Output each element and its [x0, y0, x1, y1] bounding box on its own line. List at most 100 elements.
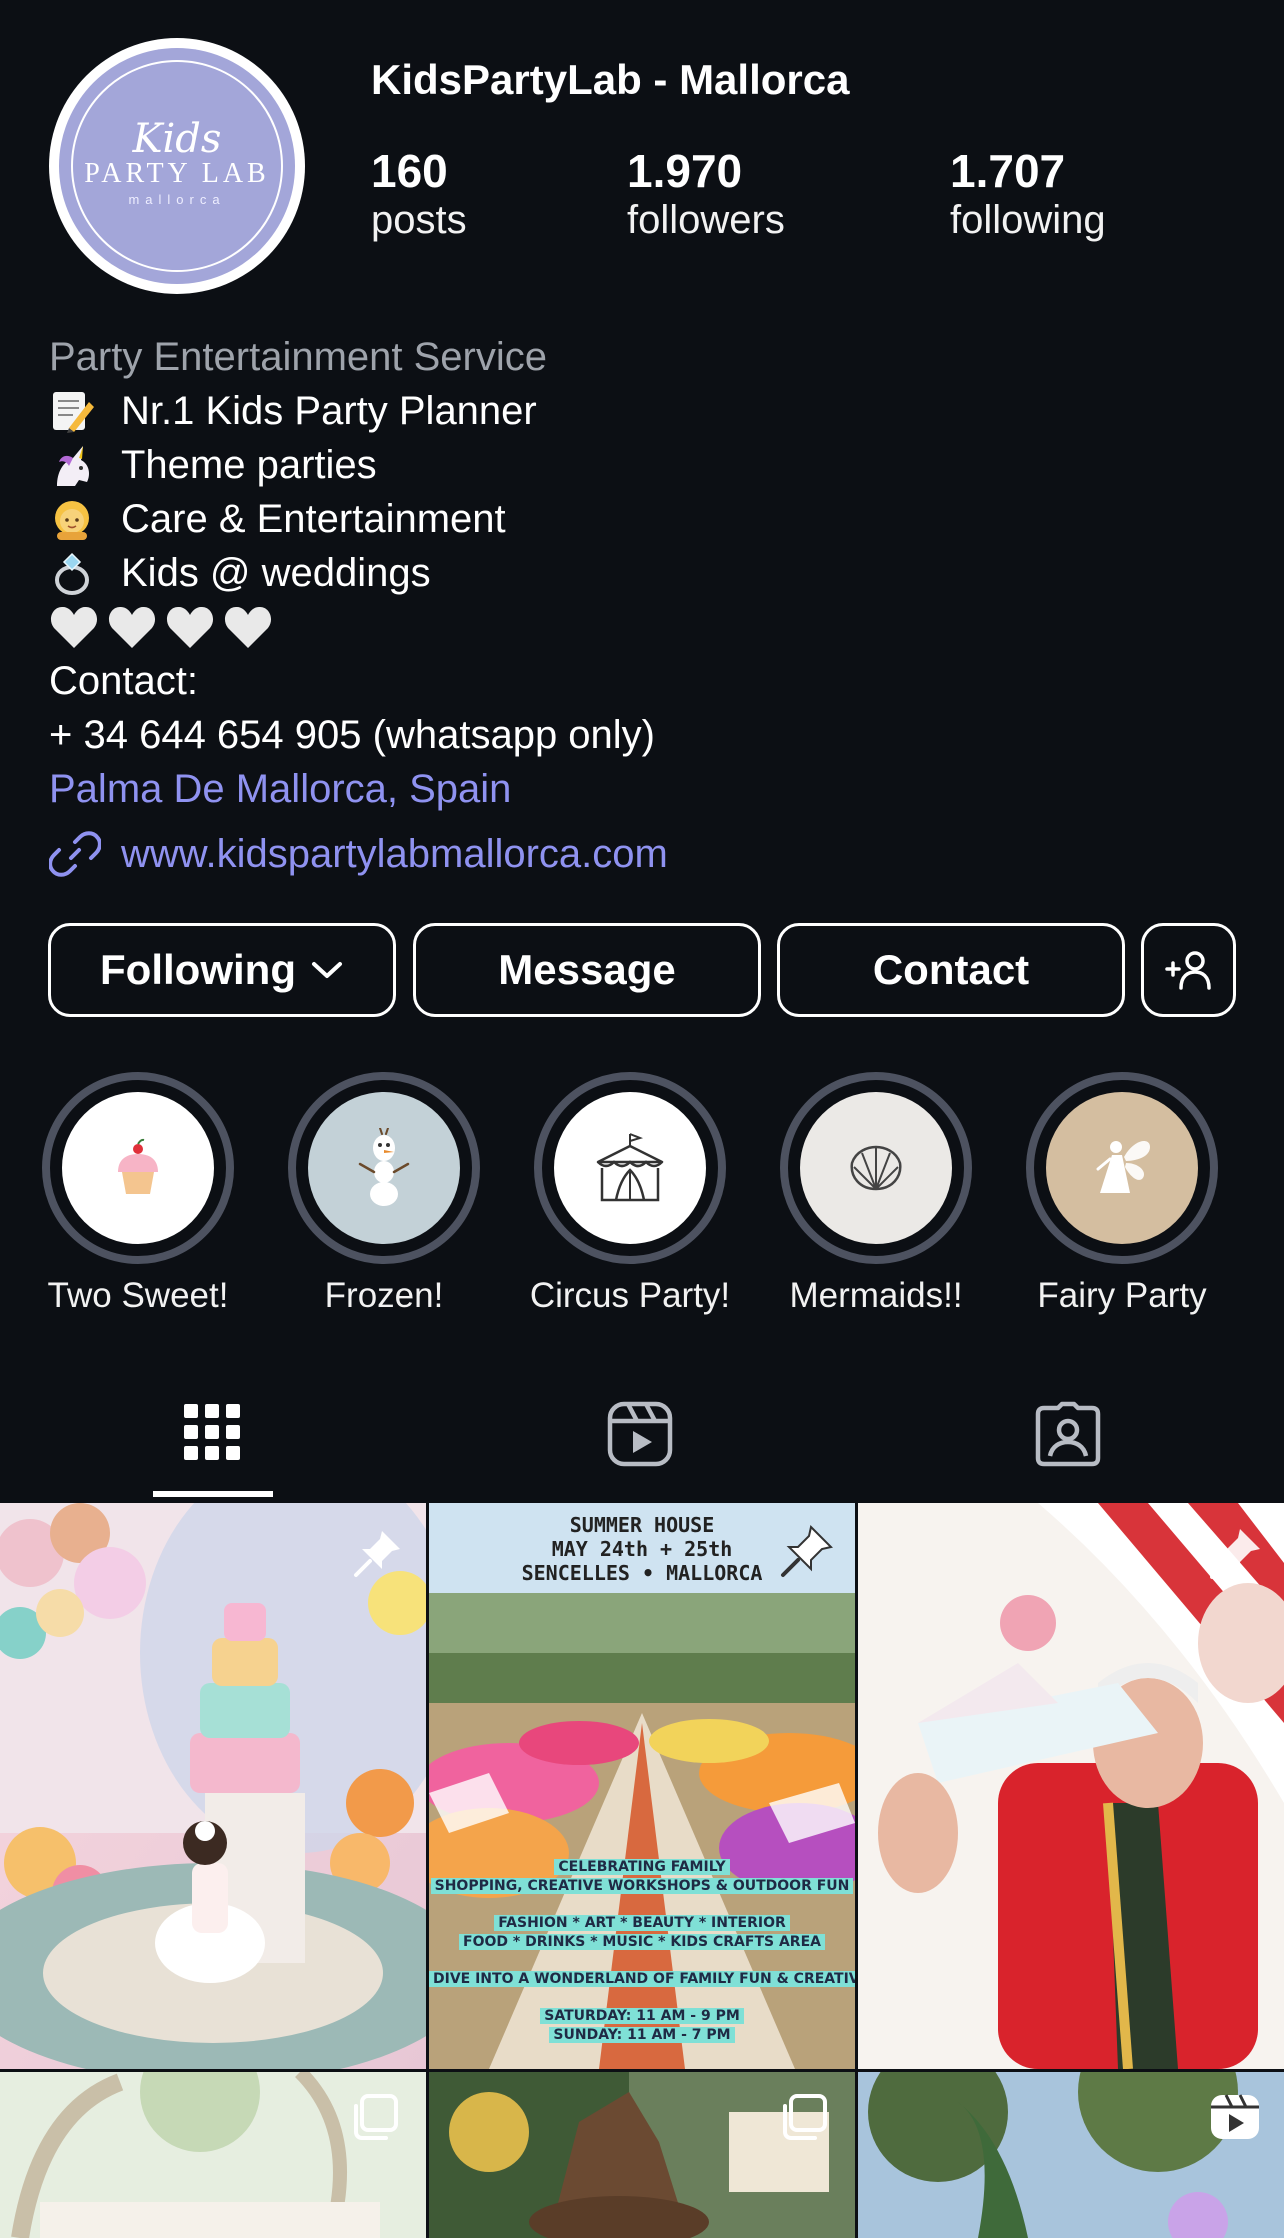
highlight-cover [554, 1092, 706, 1244]
website-link-text: www.kidspartylabmallorca.com [121, 831, 668, 876]
carousel-icon [354, 2094, 398, 2140]
following-button-label: Following [100, 946, 296, 993]
highlight-ring [288, 1072, 480, 1264]
ring-emoji-icon [55, 552, 89, 595]
poster-band: SUNDAY: 11 AM - 7 PM [549, 2027, 735, 2043]
highlight-label: Two Sweet! [47, 1276, 229, 1315]
stat-followers-value: 1.970 [627, 145, 743, 197]
message-button-label: Message [498, 946, 676, 993]
memo-emoji-icon [53, 392, 94, 433]
pin-icon [781, 1525, 833, 1577]
unicorn-emoji-icon [57, 446, 89, 486]
cupcake-icon [118, 1138, 158, 1194]
profile-category: Party Entertainment Service [49, 335, 547, 379]
highlight-mermaids[interactable]: Mermaids!! [780, 1072, 972, 1315]
post-tile[interactable] [858, 1503, 1284, 2069]
post-tile[interactable] [0, 1503, 426, 2069]
poster-band: FOOD * DRINKS * MUSIC * KIDS CRAFTS AREA [459, 1934, 825, 1950]
snowman-icon [358, 1128, 410, 1206]
tab-posts-grid[interactable] [180, 1400, 244, 1472]
carousel-icon [783, 2094, 827, 2140]
highlight-label: Frozen! [324, 1276, 444, 1315]
white-heart-icon [224, 606, 272, 648]
pin-icon [1210, 1529, 1260, 1579]
stat-following[interactable]: 1.707 following [950, 146, 1106, 243]
bio-phone: + 34 644 654 905 (whatsapp only) [49, 713, 655, 757]
profile-avatar[interactable]: Kids PARTY LAB mallorca [49, 38, 305, 294]
stat-posts-label: posts [371, 197, 467, 242]
circus-tent-icon [596, 1133, 664, 1202]
highlight-ring [42, 1072, 234, 1264]
highlight-frozen[interactable]: Frozen! [288, 1072, 480, 1315]
white-heart-icon [108, 606, 156, 648]
highlight-cover [800, 1092, 952, 1244]
post-tile[interactable] [0, 2072, 426, 2238]
bio-hearts [49, 600, 1239, 654]
following-button[interactable]: Following [48, 923, 396, 1017]
post-tile[interactable] [429, 2072, 855, 2238]
highlight-circus-party[interactable]: Circus Party! [530, 1072, 730, 1315]
contact-button-label: Contact [872, 946, 1030, 993]
poster-band: CELEBRATING FAMILY [554, 1859, 730, 1875]
add-person-icon [1164, 951, 1211, 990]
stat-followers-label: followers [627, 197, 785, 242]
poster-band: FASHION * ART * BEAUTY * INTERIOR [494, 1915, 790, 1931]
suggested-people-button[interactable] [1141, 923, 1236, 1017]
pin-icon [354, 1531, 400, 1577]
grid-icon [184, 1404, 240, 1460]
post-image-circus-performer [858, 1503, 1284, 2069]
message-button[interactable]: Message [413, 923, 761, 1017]
active-tab-indicator [153, 1491, 273, 1497]
bio-line-text: Nr.1 Kids Party Planner [121, 389, 537, 433]
highlight-fairy-party[interactable]: Fairy Party [1026, 1072, 1218, 1315]
stat-following-label: following [950, 197, 1106, 242]
reels-icon [607, 1401, 673, 1467]
tab-reels[interactable] [606, 1400, 673, 1472]
highlight-ring [1026, 1072, 1218, 1264]
highlight-cover [308, 1092, 460, 1244]
white-heart-icon [50, 606, 98, 648]
bio-line-text: Care & Entertainment [121, 497, 506, 541]
stat-following-value: 1.707 [950, 145, 1066, 197]
post-tile[interactable]: SUMMER HOUSE MAY 24th + 25th SENCELLES •… [429, 1503, 855, 2069]
avatar-logo-ring [71, 60, 283, 272]
highlight-two-sweet[interactable]: Two Sweet! [42, 1072, 234, 1315]
poster-band: DIVE INTO A WONDERLAND OF FAMILY FUN & C… [429, 1971, 855, 1987]
bio-line-text: Theme parties [121, 443, 377, 487]
stat-followers[interactable]: 1.970 followers [627, 146, 785, 243]
stat-posts[interactable]: 160 posts [371, 146, 467, 243]
highlight-label: Mermaids!! [789, 1276, 963, 1315]
post-image-birthday-cake [0, 1503, 426, 2069]
poster-bands: CELEBRATING FAMILY SHOPPING, CREATIVE WO… [429, 1858, 855, 2045]
bio-location[interactable]: Palma De Mallorca, Spain [49, 762, 1239, 816]
poster-band: SHOPPING, CREATIVE WORKSHOPS & OUTDOOR F… [430, 1878, 854, 1894]
highlight-label: Fairy Party [1037, 1276, 1207, 1315]
bio-line: Theme parties [49, 438, 1239, 492]
highlight-ring [534, 1072, 726, 1264]
reel-icon [1211, 2094, 1259, 2139]
shell-icon [850, 1145, 902, 1191]
highlight-cover [1046, 1092, 1198, 1244]
bio-line: Kids @ weddings [49, 546, 1239, 600]
contact-button[interactable]: Contact [777, 923, 1125, 1017]
avatar-logo: Kids PARTY LAB mallorca [59, 48, 295, 284]
bio-contact-label: Contact: [49, 659, 198, 703]
bio-line: Nr.1 Kids Party Planner [49, 384, 1239, 438]
link-icon [49, 831, 101, 877]
post-tile[interactable] [858, 2072, 1284, 2238]
highlight-ring [780, 1072, 972, 1264]
chevron-down-icon [311, 962, 342, 978]
highlight-cover [62, 1092, 214, 1244]
girl-emoji-icon [55, 501, 89, 540]
tagged-icon [1035, 1401, 1101, 1467]
bio-line: Care & Entertainment [49, 492, 1239, 546]
stat-posts-value: 160 [371, 145, 448, 197]
website-link[interactable]: www.kidspartylabmallorca.com [49, 828, 668, 880]
profile-bio: Party Entertainment Service Nr.1 Kids Pa… [49, 330, 1239, 816]
tab-tagged[interactable] [1034, 1400, 1101, 1472]
profile-username: KidsPartyLab - Mallorca [371, 56, 850, 103]
poster-band: SATURDAY: 11 AM - 9 PM [540, 2008, 744, 2024]
bio-line-text: Kids @ weddings [121, 551, 431, 595]
fairy-icon [1096, 1141, 1150, 1193]
white-heart-icon [166, 606, 214, 648]
